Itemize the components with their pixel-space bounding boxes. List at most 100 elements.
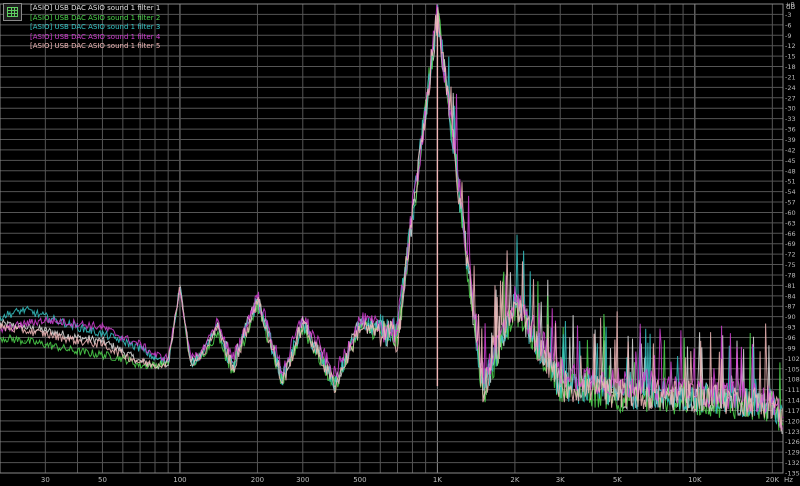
y-tick-label: -123 — [785, 428, 800, 436]
y-tick-label: -12 — [785, 42, 796, 50]
series-point — [256, 298, 258, 300]
series-point — [616, 392, 618, 394]
y-tick-label: -78 — [785, 271, 796, 279]
y-tick-label: -96 — [785, 334, 796, 342]
y-tick-label: -51 — [785, 178, 796, 186]
x-tick-label: 50 — [98, 476, 107, 484]
series-point — [281, 371, 283, 373]
series-point — [122, 350, 124, 352]
x-tick-label: 2K — [510, 476, 519, 484]
series-point — [281, 382, 283, 384]
x-axis-unit: Hz — [784, 476, 793, 484]
x-tick-label: 1K — [433, 476, 442, 484]
series-point — [101, 354, 103, 356]
series-point — [24, 330, 26, 332]
y-tick-label: -63 — [785, 219, 796, 227]
y-tick-label: -108 — [785, 376, 800, 384]
series-point — [396, 330, 399, 332]
x-tick-label: 30 — [41, 476, 50, 484]
series-point — [24, 323, 26, 325]
series-point — [139, 364, 141, 366]
series-point — [771, 402, 773, 405]
series-point — [396, 333, 399, 335]
y-tick-label: -87 — [785, 303, 796, 311]
series-point — [482, 389, 484, 391]
series-point — [122, 354, 124, 356]
series-point — [139, 347, 141, 349]
series-point — [139, 361, 141, 363]
series-point — [694, 389, 696, 391]
y-tick-label: -18 — [785, 63, 796, 71]
y-tick-label: -129 — [785, 449, 800, 457]
y-tick-label: -81 — [785, 282, 796, 290]
series-point — [76, 340, 79, 342]
series-point — [256, 295, 258, 297]
y-tick-label: -93 — [785, 324, 796, 332]
series-point — [694, 396, 696, 398]
series-point — [44, 316, 46, 318]
series-point — [179, 284, 181, 286]
series-point — [44, 330, 46, 332]
y-tick-label: -30 — [785, 105, 796, 113]
legend-entry: [ASIO] USB DAC ASIO sound 1 filter 2 — [30, 13, 161, 22]
x-tick-label: 100 — [173, 476, 186, 484]
y-tick-label: -21 — [785, 73, 796, 81]
series-point — [359, 319, 361, 321]
series-point — [231, 368, 234, 370]
y-tick-label: -33 — [785, 115, 796, 123]
y-tick-label: -84 — [785, 292, 796, 300]
series-point — [782, 423, 784, 425]
series-point — [154, 357, 156, 359]
series-point — [101, 343, 103, 346]
legend-entry: [ASIO] USB DAC ASIO sound 1 filter 4 — [30, 32, 161, 41]
series-point — [217, 319, 219, 321]
grid-menu-icon[interactable] — [3, 3, 22, 21]
series-point — [24, 309, 26, 311]
series-point — [167, 364, 169, 366]
x-tick-label: 20K — [766, 476, 780, 484]
series-point — [199, 357, 201, 359]
y-tick-label: -48 — [785, 167, 796, 175]
x-tick-label: 3K — [556, 476, 565, 484]
y-axis-unit: dB — [786, 3, 795, 11]
y-tick-label: -60 — [785, 209, 796, 217]
spectrum-chart: 30 50 100 200 300 500 1K 2K 3K 5K 10K 20K +0-3-6-9-… — [0, 0, 800, 486]
series-point — [302, 323, 304, 325]
series-point — [154, 364, 156, 366]
series-point — [167, 361, 169, 363]
grid-cells-icon — [7, 7, 18, 17]
series-point — [24, 340, 26, 342]
series-point — [44, 319, 46, 321]
y-tick-label: -99 — [785, 344, 796, 352]
y-tick-label: -54 — [785, 188, 796, 196]
x-tick-label: 10K — [688, 476, 702, 484]
series-point — [217, 323, 219, 325]
series-point — [139, 343, 141, 346]
y-tick-label: -27 — [785, 94, 796, 102]
y-tick-label: -114 — [785, 397, 800, 405]
y-tick-label: -120 — [785, 417, 800, 425]
series-point — [122, 336, 124, 339]
x-tick-label: 500 — [353, 476, 366, 484]
series-point — [559, 385, 561, 387]
y-tick-label: -102 — [785, 355, 800, 363]
y-tick-label: -45 — [785, 157, 796, 165]
series-point — [101, 340, 103, 342]
series-point — [334, 375, 336, 377]
legend-entry: [ASIO] USB DAC ASIO sound 1 filter 1 — [30, 4, 161, 12]
y-tick-label: -132 — [785, 459, 800, 467]
series-point — [514, 302, 516, 304]
series-point — [101, 333, 103, 335]
series-point — [782, 420, 784, 422]
y-tick-label: -57 — [785, 199, 796, 207]
series-point — [771, 399, 773, 401]
series-point — [514, 298, 516, 300]
y-tick-label: -72 — [785, 251, 796, 259]
x-tick-label: 300 — [296, 476, 309, 484]
series-point — [44, 343, 46, 346]
series-point — [190, 364, 192, 366]
series-point — [122, 340, 124, 342]
y-tick-label: -36 — [785, 126, 796, 134]
legend-entry: [ASIO] USB DAC ASIO sound 1 filter 3 — [30, 23, 161, 31]
y-tick-label: -39 — [785, 136, 796, 144]
